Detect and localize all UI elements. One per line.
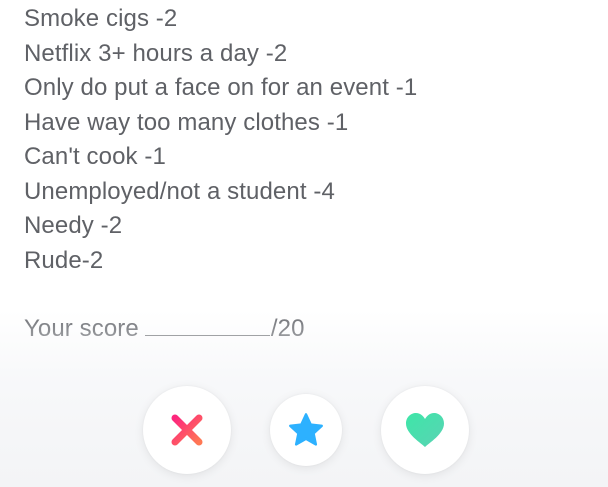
action-bar [0,384,608,476]
score-prefix: Your score [24,315,139,342]
heart-icon [406,413,444,447]
bio-line: Have way too many clothes -1 [24,108,349,136]
x-icon [171,414,203,446]
bio-line: Rude-2 [24,246,104,274]
star-icon [289,413,323,446]
score-suffix: /20 [270,315,305,342]
like-button[interactable] [381,386,469,474]
bio-line: Can't cook -1 [24,143,166,170]
bio-line: Smoke cigs -2 [24,5,178,32]
bio-line: Unemployed/not a student -4 [24,177,335,205]
profile-bio: Smoke cigs -2 Netflix 3+ hours a day -2 … [24,2,588,347]
bio-line: Netflix 3+ hours a day -2 [24,39,288,67]
bio-line: Needy -2 [24,212,123,239]
nope-button[interactable] [143,386,231,474]
score-blank [144,313,270,336]
bio-line: Only do put a face on for an event -1 [24,74,418,101]
score-line: Your score/20 [24,312,588,347]
superlike-button[interactable] [270,394,342,466]
